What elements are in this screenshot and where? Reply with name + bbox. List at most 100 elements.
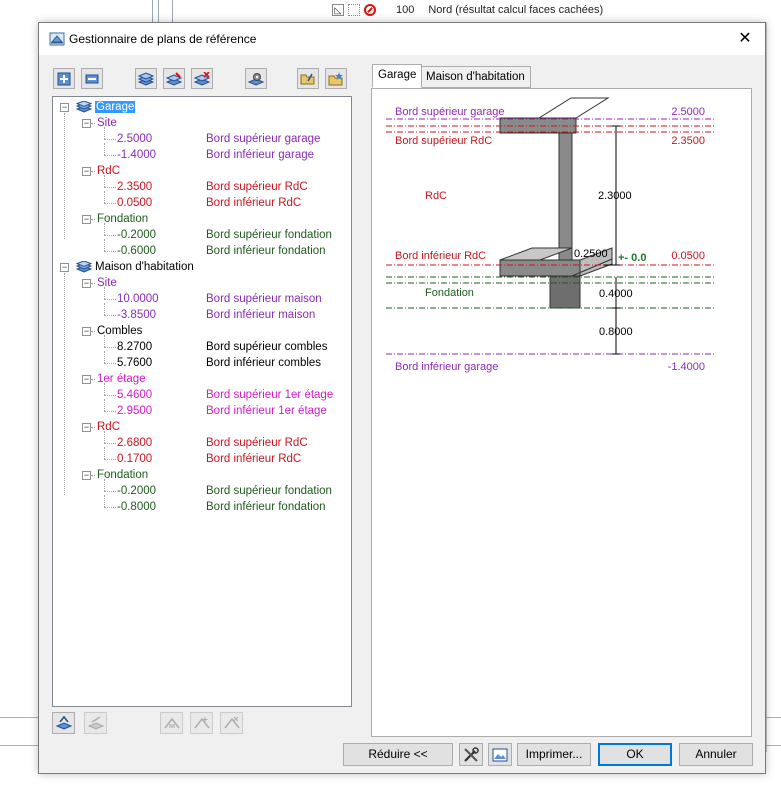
tree-expander[interactable]: − [82,375,91,384]
plane-label: Bord supérieur fondation [206,485,332,497]
tree-plane-row[interactable]: 2.9500 Bord inférieur 1er étage [53,403,351,419]
layers-icon [76,261,92,273]
tree-project-maison[interactable]: Maison d'habitation [95,259,194,275]
add-plane-button[interactable] [53,68,75,89]
tree-connector [91,171,95,172]
layers-button[interactable] [135,68,157,89]
bg-layer-row: ◺ 100 Nord (résultat calcul faces cachée… [332,4,603,16]
bottom-edge-label: Bord inférieur garage [395,361,498,373]
tree-expander[interactable]: − [82,327,91,336]
top-edge-label: Bord supérieur garage [395,106,504,118]
background-app: ◺ 100 Nord (résultat calcul faces cachée… [0,0,781,22]
rdc-bottom-value: 0.0500 [671,250,705,262]
tree-plane-row[interactable]: 2.3500 Bord supérieur RdC [53,179,351,195]
tree-plane-row[interactable]: 10.0000 Bord supérieur maison [53,291,351,307]
cancel-button[interactable]: Annuler [679,743,753,766]
layers-delete-button[interactable] [191,68,213,89]
bg-divider [158,0,159,22]
tree-expander[interactable]: − [82,215,91,224]
plane-label: Bord inférieur RdC [206,453,302,465]
roof-edit-button[interactable] [160,712,183,734]
plane-manager-icon [49,32,65,46]
tree-plane-row[interactable]: -0.8000 Bord inférieur fondation [53,499,351,515]
roof-delete-button[interactable] [220,712,243,734]
tree-expander[interactable]: − [82,119,91,128]
tab-garage[interactable]: Garage [372,64,423,88]
reference-planes-tree[interactable]: − Garage − Site 2.5000 Bord supérieur garage -… [52,96,352,707]
foundation-block [549,275,581,309]
tree-plane-row[interactable]: -3.8500 Bord inférieur maison [53,307,351,323]
tree-plane-row[interactable]: 5.7600 Bord inférieur combles [53,355,351,371]
foundation-value: 0.4000 [599,288,633,300]
tools-button[interactable] [459,743,483,766]
plane-label: Bord inférieur RdC [206,197,302,209]
tree-plane-row[interactable]: 2.5000 Bord supérieur garage [53,131,351,147]
tree-expander[interactable]: − [82,279,91,288]
bg-divider [172,0,173,22]
tree-plane-row[interactable]: 5.4600 Bord supérieur 1er étage [53,387,351,403]
height-value: 2.3000 [598,190,632,202]
tab-maison-habitation[interactable]: Maison d'habitation [420,66,531,88]
tree-expander[interactable]: − [82,167,91,176]
tree-level-item[interactable]: RdC [97,163,120,179]
tree-expander[interactable]: − [82,423,91,432]
tree-plane-row[interactable]: 0.1700 Bord inférieur RdC [53,451,351,467]
close-button[interactable]: ✕ [731,27,759,51]
checkbox-icon [348,4,360,16]
tree-expander[interactable]: − [82,471,91,480]
tree-project-garage[interactable]: Garage [95,99,136,115]
layer-settings-icon [248,72,264,86]
print-button[interactable]: Imprimer... [517,743,591,766]
plane-value: 5.4600 [117,389,153,401]
favorite-folder-button[interactable] [325,68,347,89]
bottom-edge-value: -1.4000 [668,361,705,373]
rdc-bottom-label: Bord inférieur RdC [395,250,486,262]
assign-layer-button[interactable] [52,712,75,734]
tree-level-item[interactable]: Site [97,275,117,291]
plane-label: Bord inférieur fondation [206,501,326,513]
layer-settings-button[interactable] [245,68,267,89]
tree-plane-row[interactable]: 2.6800 Bord supérieur RdC [53,435,351,451]
plane-label: Bord supérieur RdC [206,437,308,449]
roof-add-button[interactable] [190,712,213,734]
tree-expander[interactable]: − [60,103,69,112]
tree-plane-row[interactable]: -1.4000 Bord inférieur garage [53,147,351,163]
plane-value: -0.2000 [117,229,157,241]
layer-toggle-icon: ◺ [332,4,344,16]
assign-layer-icon [55,716,72,730]
layers-edit-button[interactable] [163,68,185,89]
plane-value: -0.6000 [117,245,157,257]
add-plane-icon [57,72,71,85]
wall-front [558,132,573,262]
plane-value: 2.9500 [117,405,153,417]
image-export-button[interactable] [488,743,512,766]
plane-label: Bord inférieur maison [206,309,316,321]
tree-connector [91,123,95,124]
tree-connector [91,219,95,220]
tree-plane-row[interactable]: -0.2000 Bord supérieur fondation [53,227,351,243]
tree-plane-row[interactable]: 8.2700 Bord supérieur combles [53,339,351,355]
plane-value: 8.2700 [117,341,153,353]
zero-mark: +- 0.0 [618,252,646,264]
tree-expander[interactable]: − [60,263,69,272]
tree-plane-row[interactable]: -0.6000 Bord inférieur fondation [53,243,351,259]
tree-plane-row[interactable]: -0.2000 Bord supérieur fondation [53,483,351,499]
tree-connector [91,331,95,332]
open-folder-button[interactable] [297,68,319,89]
tree-connector [91,379,95,380]
unassign-layer-button[interactable] [84,712,107,734]
roof-edit-icon [163,717,180,729]
tree-level-item[interactable]: RdC [97,419,120,435]
tools-icon [464,746,479,762]
tree-level-item[interactable]: Site [97,115,117,131]
ok-button[interactable]: OK [598,743,672,766]
remove-plane-button[interactable] [81,68,103,89]
tree-plane-row[interactable]: 0.0500 Bord inférieur RdC [53,195,351,211]
remove-plane-icon [85,74,99,83]
plane-value: -3.8500 [117,309,157,321]
bg-divider [152,0,153,22]
bg-row-number: 100 [396,4,415,16]
plane-value: 0.0500 [117,197,153,209]
reduce-button[interactable]: Réduire << [343,743,453,766]
open-folder-icon [300,73,315,84]
